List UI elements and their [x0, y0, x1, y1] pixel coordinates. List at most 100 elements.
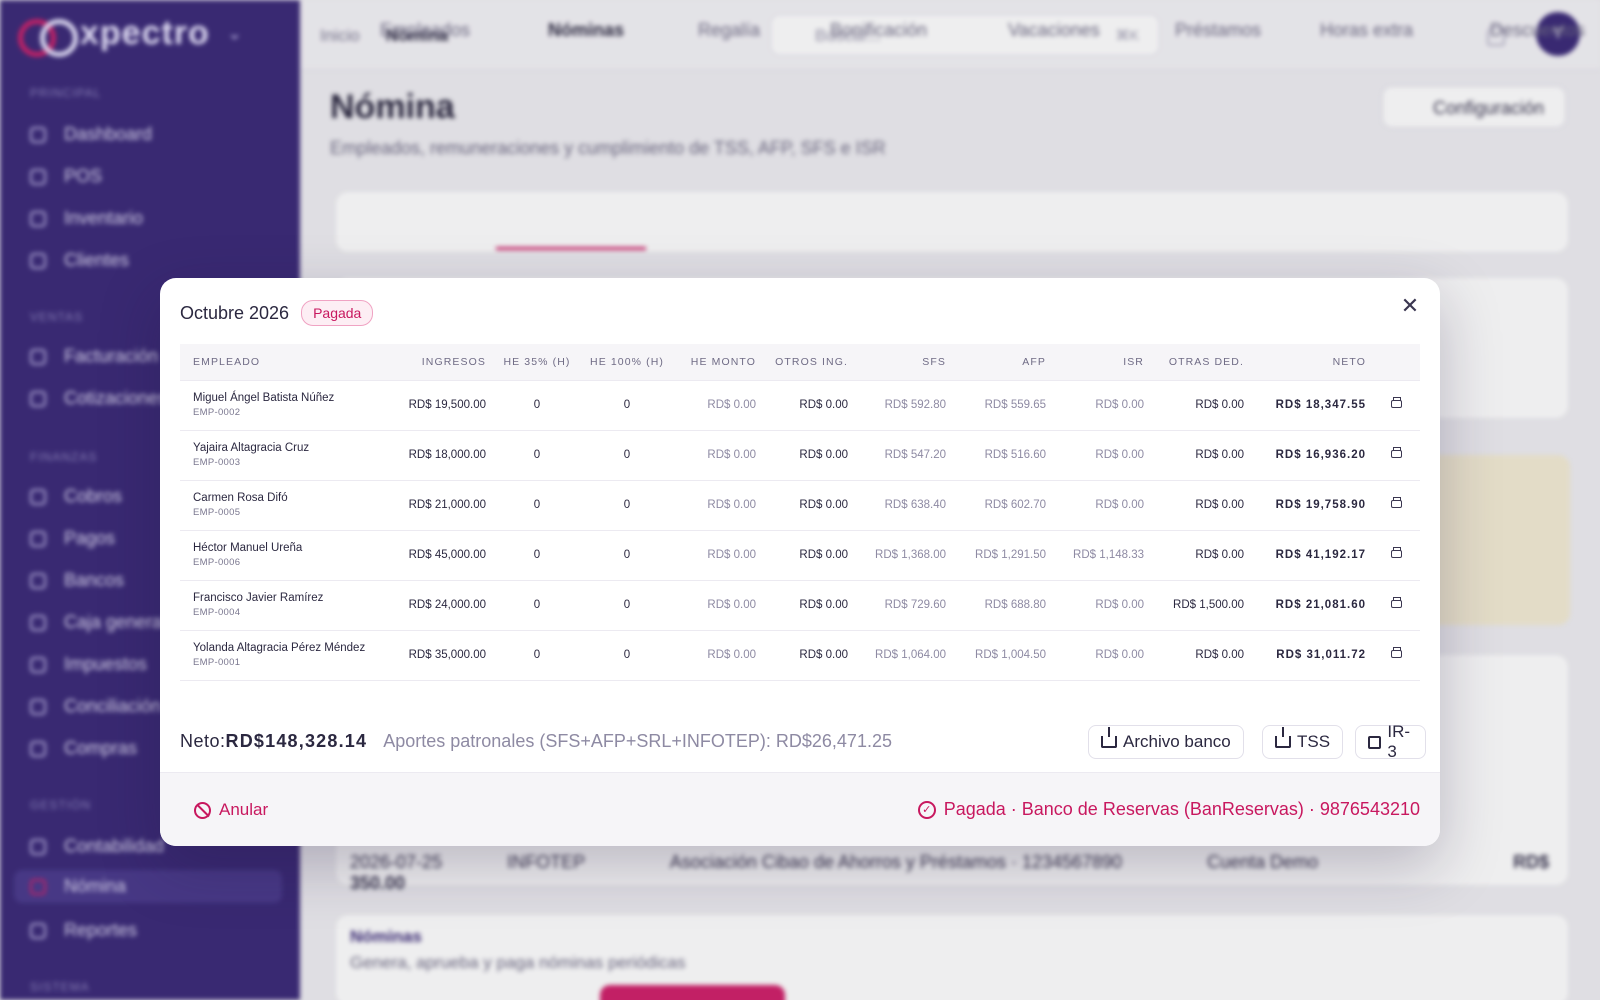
employee-cell: Carmen Rosa Difó EMP-0005	[180, 479, 392, 530]
bank-file-button[interactable]: Archivo banco	[1088, 725, 1244, 759]
cell-sfs: RD$ 729.60	[854, 579, 952, 630]
tss-button[interactable]: TSS	[1262, 725, 1344, 759]
employee-id: EMP-0004	[193, 607, 241, 618]
cell-afp: RD$ 559.65	[952, 379, 1052, 430]
cell-sfs: RD$ 592.80	[854, 379, 952, 430]
cell-isr: RD$ 0.00	[1052, 629, 1150, 681]
cell-isr: RD$ 1,148.33	[1052, 529, 1150, 580]
cell-he100: 0	[582, 379, 672, 430]
cell-he-monto: RD$ 0.00	[672, 529, 762, 580]
table-row: Yolanda Altagracia Pérez Méndez EMP-0001 R…	[180, 629, 1420, 681]
cell-neto: RD$ 21,081.60	[1250, 579, 1372, 630]
cell-he100: 0	[582, 529, 672, 580]
cell-otros-ing: RD$ 0.00	[762, 379, 854, 430]
column-header: EMPLEADO	[193, 355, 261, 368]
cell-ingresos: RD$ 19,500.00	[392, 379, 492, 430]
cell-he100: 0	[582, 629, 672, 681]
cell-neto: RD$ 31,011.72	[1250, 629, 1372, 681]
row-actions	[1372, 579, 1420, 630]
cell-afp: RD$ 1,004.50	[952, 629, 1052, 681]
cell-otros-ing: RD$ 0.00	[762, 429, 854, 480]
employee-name: Francisco Javier Ramírez	[193, 592, 324, 604]
modal-title: Octubre 2026	[180, 302, 290, 323]
cell-isr: RD$ 0.00	[1052, 379, 1150, 430]
employee-id: EMP-0003	[193, 457, 241, 468]
employee-cell: Yolanda Altagracia Pérez Méndez EMP-0001	[180, 629, 392, 681]
cell-afp: RD$ 688.80	[952, 579, 1052, 630]
print-icon[interactable]	[1390, 397, 1402, 408]
cell-otras-ded: RD$ 0.00	[1150, 629, 1250, 681]
cell-otras-ded: RD$ 0.00	[1150, 529, 1250, 580]
neto-total-value: RD$148,328.14	[225, 730, 368, 751]
table-row: Francisco Javier Ramírez EMP-0004 RD$ 24,0…	[180, 579, 1420, 630]
cell-isr: RD$ 0.00	[1052, 579, 1150, 630]
column-header: HE MONTO	[690, 355, 756, 368]
employee-name: Miguel Ángel Batista Núñez	[193, 392, 335, 404]
cell-ingresos: RD$ 18,000.00	[392, 429, 492, 480]
cell-he100: 0	[582, 579, 672, 630]
table-row: Yajaira Altagracia Cruz EMP-0003 RD$ 18,00…	[180, 429, 1420, 480]
row-actions	[1372, 429, 1420, 480]
employee-cell: Miguel Ángel Batista Núñez EMP-0002	[180, 379, 392, 430]
cell-neto: RD$ 18,347.55	[1250, 379, 1372, 430]
payroll-table: EMPLEADO INGRESOS HE 35% (H) HE 100% (H)…	[180, 344, 1420, 681]
column-header: HE 35% (H)	[503, 355, 571, 368]
print-icon[interactable]	[1390, 447, 1402, 458]
cell-isr: RD$ 0.00	[1052, 479, 1150, 530]
cell-he-monto: RD$ 0.00	[672, 379, 762, 430]
cell-neto: RD$ 16,936.20	[1250, 429, 1372, 480]
payment-status: ✓ Pagada · Banco de Reservas (BanReservas…	[917, 799, 1420, 820]
column-header: SFS	[922, 355, 946, 368]
employee-name: Carmen Rosa Difó	[193, 492, 288, 504]
cell-sfs: RD$ 638.40	[854, 479, 952, 530]
modal-header: Octubre 2026 Pagada	[180, 300, 374, 326]
ir3-button[interactable]: IR-3	[1355, 722, 1426, 761]
column-header: INGRESOS	[421, 355, 486, 368]
print-icon[interactable]	[1390, 547, 1402, 558]
employee-id: EMP-0002	[193, 407, 241, 418]
download-icon	[1101, 727, 1117, 748]
cell-sfs: RD$ 1,368.00	[854, 529, 952, 580]
column-header: ISR	[1123, 355, 1144, 368]
column-header: OTROS ING.	[775, 355, 848, 368]
cell-otros-ing: RD$ 0.00	[762, 579, 854, 630]
cell-otros-ing: RD$ 0.00	[762, 479, 854, 530]
print-icon[interactable]	[1390, 597, 1402, 608]
column-header: NETO	[1332, 355, 1366, 368]
cell-ingresos: RD$ 24,000.00	[392, 579, 492, 630]
employee-cell: Francisco Javier Ramírez EMP-0004	[180, 579, 392, 630]
employee-name: Héctor Manuel Ureña	[193, 542, 303, 554]
cell-neto: RD$ 19,758.90	[1250, 479, 1372, 530]
cell-he100: 0	[582, 429, 672, 480]
cell-afp: RD$ 602.70	[952, 479, 1052, 530]
employee-id: EMP-0005	[193, 507, 241, 518]
column-header: OTRAS DED.	[1168, 355, 1244, 368]
cell-otras-ded: RD$ 0.00	[1150, 429, 1250, 480]
payroll-detail-modal: Octubre 2026 Pagada ✕ EMPLEADO INGRESOS …	[160, 278, 1440, 846]
close-icon[interactable]: ✕	[1396, 292, 1424, 320]
employee-name: Yajaira Altagracia Cruz	[193, 442, 310, 454]
row-actions	[1372, 379, 1420, 430]
cell-he-monto: RD$ 0.00	[672, 629, 762, 681]
cell-he35: 0	[492, 629, 582, 681]
employer-contributions: Aportes patronales (SFS+AFP+SRL+INFOTEP)…	[383, 730, 892, 751]
cell-he35: 0	[492, 529, 582, 580]
employee-id: EMP-0001	[193, 657, 241, 668]
column-header: AFP	[1022, 355, 1046, 368]
print-icon[interactable]	[1390, 647, 1402, 658]
cell-ingresos: RD$ 45,000.00	[392, 529, 492, 580]
cell-sfs: RD$ 1,064.00	[854, 629, 952, 681]
cell-he35: 0	[492, 379, 582, 430]
column-header: HE 100% (H)	[590, 355, 664, 368]
check-circle-icon: ✓	[917, 800, 936, 819]
cell-he-monto: RD$ 0.00	[672, 579, 762, 630]
print-icon[interactable]	[1390, 497, 1402, 508]
modal-footer: Anular ✓ Pagada · Banco de Reservas (BanR…	[160, 772, 1440, 846]
void-button[interactable]: Anular	[194, 800, 268, 820]
neto-total: Neto:RD$148,328.14	[180, 730, 368, 751]
cell-sfs: RD$ 547.20	[854, 429, 952, 480]
cell-he35: 0	[492, 479, 582, 530]
modal-summary: Neto:RD$148,328.14 Aportes patronales (S…	[180, 716, 1426, 766]
cell-he35: 0	[492, 579, 582, 630]
cell-he-monto: RD$ 0.00	[672, 479, 762, 530]
